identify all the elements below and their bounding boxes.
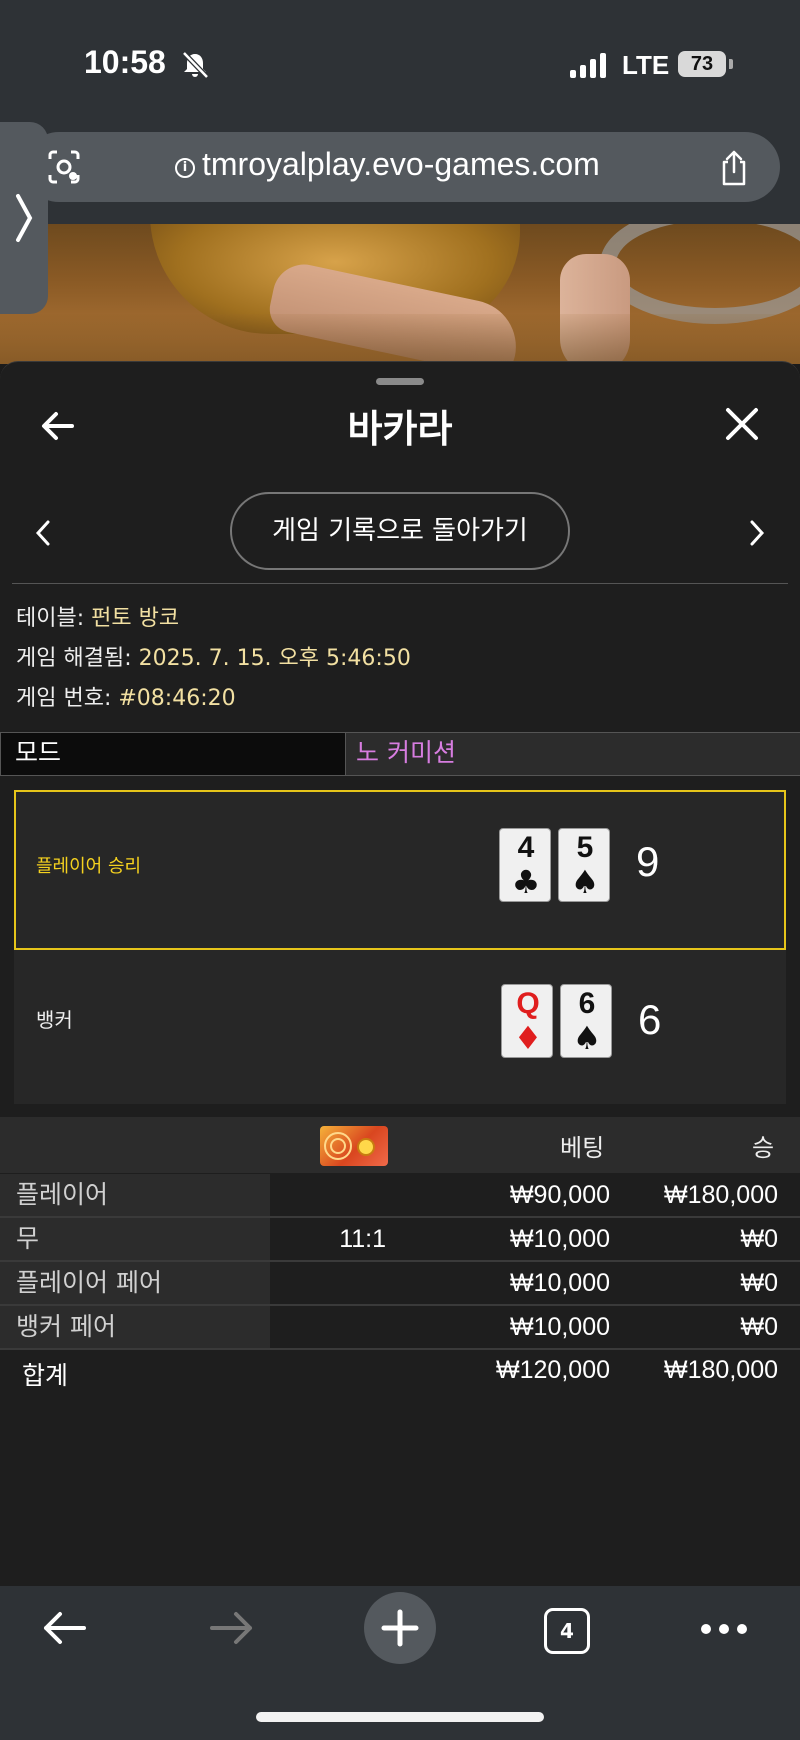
win-amount: ₩0 — [740, 1313, 779, 1341]
bet-column-header: 베팅 — [560, 1134, 605, 1162]
status-time: 10:58 — [84, 44, 166, 80]
bet-odds: 11:1 — [339, 1225, 386, 1253]
battery-tip — [729, 59, 733, 69]
bet-odds — [290, 1262, 386, 1304]
new-tab-button[interactable] — [364, 1592, 436, 1664]
mode-label: 모드 — [0, 732, 346, 776]
divider — [12, 583, 788, 584]
banker-result-label: 뱅커 — [36, 1008, 73, 1032]
tabs-icon[interactable]: 4 — [544, 1608, 590, 1654]
camera-search-icon[interactable] — [44, 147, 84, 187]
mode-value: 노 커미션 — [356, 738, 456, 767]
back-to-history-button[interactable]: 게임 기록으로 돌아가기 — [230, 492, 570, 570]
game-number-value: #08:46:20 — [118, 686, 236, 711]
diamond-icon: ♦ — [513, 1019, 543, 1057]
card-rank: 4 — [517, 831, 535, 864]
table-row: 뱅커 페어 ₩10,000 ₩0 — [0, 1306, 800, 1350]
table-label: 테이블: — [16, 606, 92, 631]
bet-odds — [290, 1174, 386, 1216]
plus-icon — [381, 1609, 419, 1647]
chevron-right-nav-icon[interactable] — [744, 518, 768, 548]
chevron-left-icon[interactable] — [32, 518, 56, 548]
player-score: 9 — [636, 838, 660, 885]
win-amount: ₩0 — [740, 1225, 779, 1253]
table-row: 무 11:1 ₩10,000 ₩0 — [0, 1218, 800, 1262]
total-bet: ₩120,000 — [496, 1356, 610, 1384]
network-type: LTE — [622, 50, 670, 80]
win-column-header: 승 — [752, 1134, 775, 1162]
back-arrow-icon[interactable] — [40, 1608, 88, 1648]
banker-card-1: Q ♦ — [501, 984, 553, 1058]
close-icon[interactable] — [724, 406, 760, 442]
info-icon[interactable]: i — [175, 158, 195, 178]
home-indicator[interactable] — [256, 1712, 544, 1722]
signal-icon — [570, 52, 606, 78]
table-value: 펀토 방코 — [91, 606, 180, 631]
modal-title: 바카라 — [347, 407, 453, 451]
win-amount: ₩0 — [740, 1269, 779, 1297]
club-icon: ♣ — [511, 863, 541, 901]
url-text[interactable]: tmroyalplay.evo-games.com — [202, 146, 600, 183]
spade-icon: ♠ — [570, 863, 600, 901]
banker-score: 6 — [638, 996, 662, 1043]
player-card-1: 4 ♣ — [499, 828, 551, 902]
player-card-2: 5 ♠ — [558, 828, 610, 902]
drag-handle[interactable] — [376, 378, 424, 385]
bet-label: 뱅커 페어 — [0, 1306, 270, 1348]
card-rank: 6 — [578, 987, 596, 1020]
more-icon[interactable] — [700, 1622, 748, 1636]
share-icon[interactable] — [714, 148, 754, 188]
game-number-label: 게임 번호: — [16, 686, 119, 711]
live-video-feed — [0, 224, 800, 364]
bet-amount: ₩10,000 — [509, 1313, 610, 1341]
total-win: ₩180,000 — [664, 1356, 778, 1384]
bet-label: 플레이어 — [0, 1174, 270, 1216]
resolved-label: 게임 해결됨: — [16, 646, 139, 671]
forward-arrow-icon[interactable] — [208, 1608, 256, 1648]
banker-card-2: 6 ♠ — [560, 984, 612, 1058]
table-info: 테이블: 펀토 방코 — [16, 600, 179, 632]
player-result-label: 플레이어 승리 — [36, 856, 142, 877]
card-rank: Q — [516, 987, 540, 1020]
total-label: 합계 — [22, 1361, 69, 1390]
chevron-right-icon[interactable] — [10, 190, 38, 246]
resolved-value: 2025. 7. 15. 오후 5:46:50 — [138, 646, 411, 671]
bet-label: 무 — [0, 1218, 270, 1260]
bet-amount: ₩90,000 — [509, 1181, 610, 1209]
bet-label: 플레이어 페어 — [0, 1262, 270, 1304]
table-row: 플레이어 페어 ₩10,000 ₩0 — [0, 1262, 800, 1306]
spade-icon: ♠ — [572, 1019, 602, 1057]
promo-chip-icon — [320, 1126, 388, 1166]
resolved-info: 게임 해결됨: 2025. 7. 15. 오후 5:46:50 — [16, 640, 411, 672]
bet-odds — [290, 1306, 386, 1348]
win-amount: ₩180,000 — [664, 1181, 778, 1209]
game-number-info: 게임 번호: #08:46:20 — [16, 680, 236, 712]
bet-amount: ₩10,000 — [509, 1269, 610, 1297]
battery-level: 73 — [678, 51, 726, 77]
bet-amount: ₩10,000 — [509, 1225, 610, 1253]
table-row: 플레이어 ₩90,000 ₩180,000 — [0, 1174, 800, 1218]
bell-off-icon — [182, 51, 209, 79]
bet-table-header — [0, 1117, 800, 1173]
card-rank: 5 — [576, 831, 594, 864]
